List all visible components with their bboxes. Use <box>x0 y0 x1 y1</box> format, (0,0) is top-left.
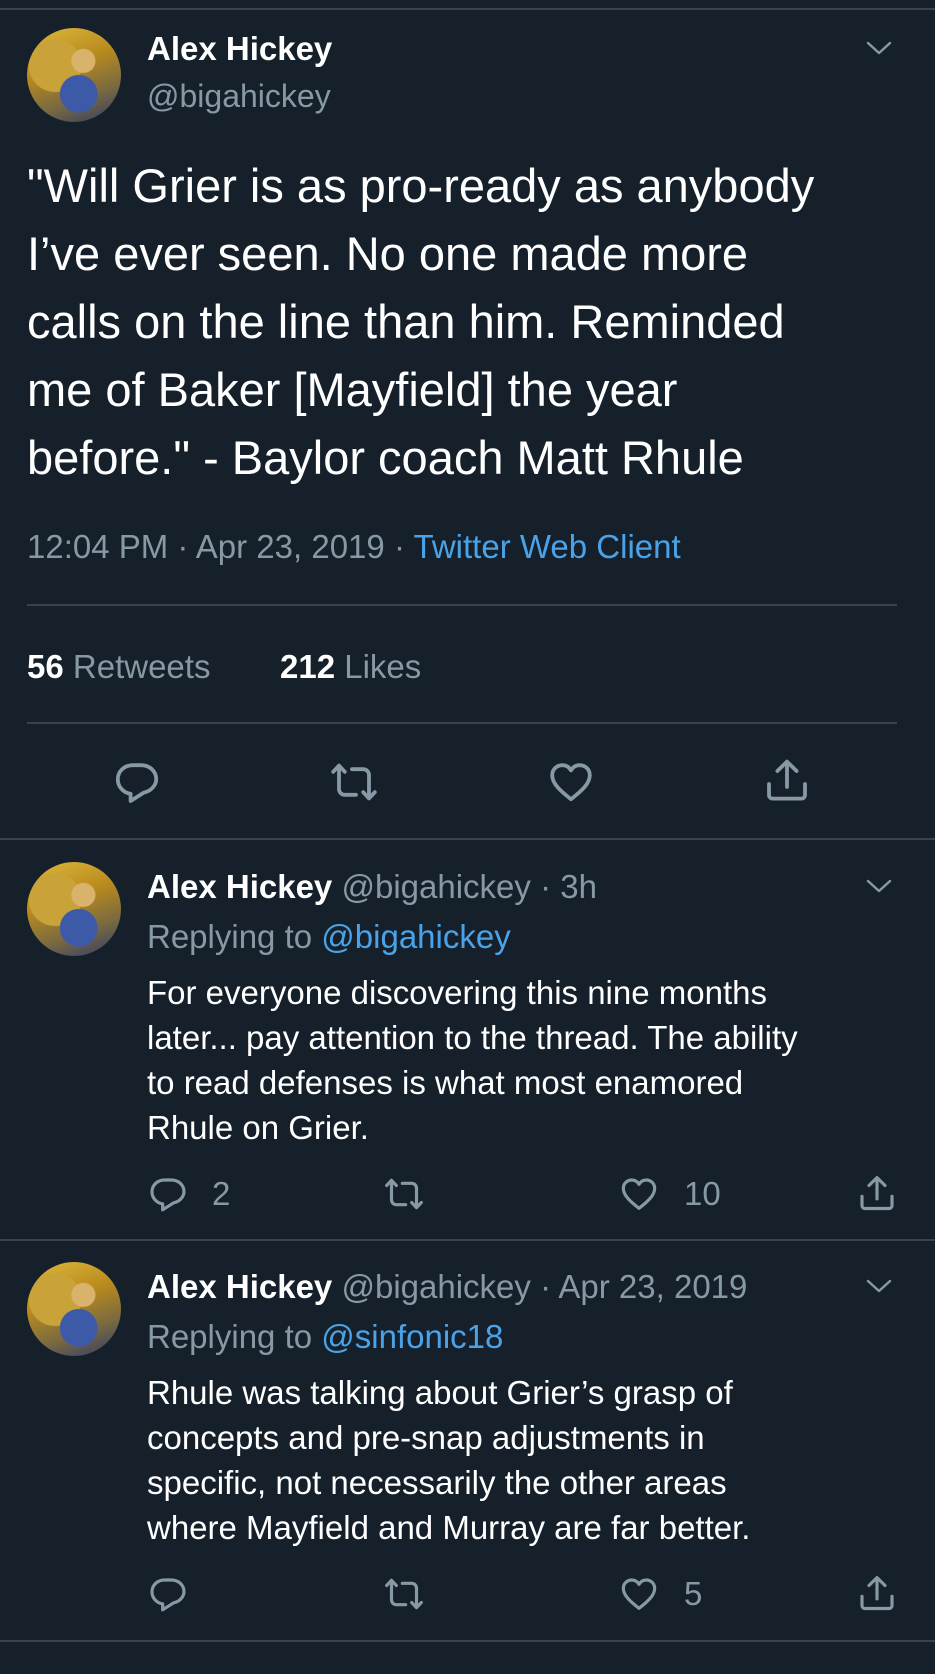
divider <box>0 1239 935 1241</box>
tweet-text-line: me of Baker [Mayfield] the year <box>27 363 678 416</box>
reply-count: 2 <box>212 1175 231 1212</box>
likes-label: Likes <box>344 648 422 685</box>
tweet-meta: 12:04 PM · Apr 23, 2019 · Twitter Web Cl… <box>27 528 681 566</box>
heart-icon[interactable] <box>619 1174 659 1214</box>
chevron-down-icon[interactable] <box>864 38 894 58</box>
divider <box>0 838 935 840</box>
replying-to: Replying to @bigahickey <box>147 918 511 956</box>
tweet-time[interactable]: · 3h <box>540 868 597 905</box>
avatar[interactable] <box>27 862 121 956</box>
author-handle[interactable]: @bigahickey <box>147 78 331 115</box>
chevron-down-icon[interactable] <box>864 1276 894 1296</box>
author-handle[interactable]: @bigahickey <box>341 868 530 905</box>
replying-prefix: Replying to <box>147 918 313 955</box>
share-icon[interactable] <box>763 756 811 804</box>
retweet-icon[interactable] <box>328 758 380 806</box>
tweet-text-line: later... pay attention to the thread. Th… <box>147 1019 798 1056</box>
retweets-count: 56 <box>27 648 64 685</box>
retweet-icon[interactable] <box>382 1174 426 1214</box>
reply-icon[interactable] <box>148 1574 188 1614</box>
replying-prefix: Replying to <box>147 1318 313 1355</box>
replying-to: Replying to @sinfonic18 <box>147 1318 503 1356</box>
avatar[interactable] <box>27 28 121 122</box>
share-icon[interactable] <box>857 1573 897 1613</box>
divider <box>27 604 897 606</box>
avatar[interactable] <box>27 1262 121 1356</box>
retweet-icon[interactable] <box>382 1574 426 1614</box>
tweet-text-line: I’ve ever seen. No one made more <box>27 227 749 280</box>
chevron-down-icon[interactable] <box>864 876 894 896</box>
tweet-text-line: specific, not necessarily the other area… <box>147 1464 727 1501</box>
likes-stat[interactable]: 212 Likes <box>280 648 421 686</box>
tweet-text-line: Rhule was talking about Grier’s grasp of <box>147 1374 733 1411</box>
tweet-header: Alex Hickey @bigahickey · Apr 23, 2019 <box>147 1268 747 1306</box>
share-icon[interactable] <box>857 1173 897 1213</box>
tweet-text-line: before." - Baylor coach Matt Rhule <box>27 431 744 484</box>
author-name[interactable]: Alex Hickey <box>147 30 332 68</box>
like-count: 5 <box>684 1575 703 1612</box>
tweet-text-line: "Will Grier is as pro-ready as anybody <box>27 159 815 212</box>
retweets-stat[interactable]: 56 Retweets <box>27 648 210 686</box>
tweet-time[interactable]: · Apr 23, 2019 <box>540 1268 747 1305</box>
tweet-text-line: Rhule on Grier. <box>147 1109 369 1146</box>
tweet-text-line: to read defenses is what most enamored <box>147 1064 744 1101</box>
top-divider <box>0 8 935 10</box>
tweet-header: Alex Hickey @bigahickey · 3h <box>147 868 597 906</box>
reply-icon[interactable] <box>113 758 161 806</box>
likes-count: 212 <box>280 648 336 685</box>
tweet-time[interactable]: 12:04 PM <box>27 528 168 565</box>
tweet-text-line: where Mayfield and Murray are far better… <box>147 1509 751 1546</box>
replying-to-link[interactable]: @sinfonic18 <box>321 1318 503 1355</box>
like-count: 10 <box>684 1175 721 1212</box>
client-link[interactable]: Twitter Web Client <box>414 528 681 565</box>
heart-icon[interactable] <box>547 758 595 806</box>
tweet-text-line: For everyone discovering this nine month… <box>147 974 767 1011</box>
heart-icon[interactable] <box>619 1574 659 1614</box>
tweet-date[interactable]: Apr 23, 2019 <box>196 528 385 565</box>
author-name[interactable]: Alex Hickey <box>147 868 332 905</box>
tweet-text-line: calls on the line than him. Reminded <box>27 295 785 348</box>
author-handle[interactable]: @bigahickey <box>341 1268 530 1305</box>
tweet-text-line: concepts and pre-snap adjustments in <box>147 1419 705 1456</box>
separator: · <box>393 528 405 565</box>
separator: · <box>177 528 189 565</box>
divider <box>0 1640 935 1642</box>
replying-to-link[interactable]: @bigahickey <box>321 918 510 955</box>
reply-icon[interactable] <box>148 1174 188 1214</box>
retweets-label: Retweets <box>72 648 211 685</box>
divider <box>27 722 897 724</box>
author-name[interactable]: Alex Hickey <box>147 1268 332 1305</box>
